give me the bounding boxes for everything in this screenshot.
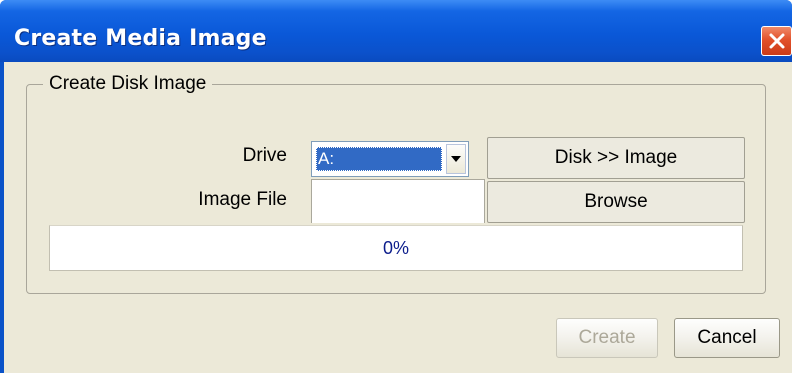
close-button[interactable] (761, 26, 792, 56)
dialog-window: Create Media Image Create Disk Image Dri… (0, 0, 792, 373)
create-button[interactable]: Create (556, 318, 658, 358)
title-bar[interactable]: Create Media Image (0, 0, 792, 62)
browse-button[interactable]: Browse (487, 181, 745, 223)
cancel-button[interactable]: Cancel (674, 318, 780, 358)
progress-text: 0% (382, 237, 409, 258)
group-title: Create Disk Image (43, 73, 213, 95)
close-icon (769, 33, 784, 49)
image-file-label: Image File (198, 189, 287, 210)
disk-to-image-button[interactable]: Disk >> Image (487, 137, 745, 179)
window-title: Create Media Image (14, 26, 267, 51)
progress-bar: 0% (49, 225, 743, 271)
drive-label: Drive (242, 145, 287, 166)
create-disk-image-group: Create Disk Image Drive A: Disk >> Image… (26, 73, 766, 294)
chevron-down-icon (451, 156, 461, 162)
drive-select[interactable]: A: (311, 141, 469, 177)
dialog-body: Create Disk Image Drive A: Disk >> Image… (4, 62, 792, 373)
image-file-input[interactable] (311, 179, 485, 223)
drive-selected-value: A: (316, 147, 442, 171)
drive-dropdown-button[interactable] (446, 144, 466, 174)
